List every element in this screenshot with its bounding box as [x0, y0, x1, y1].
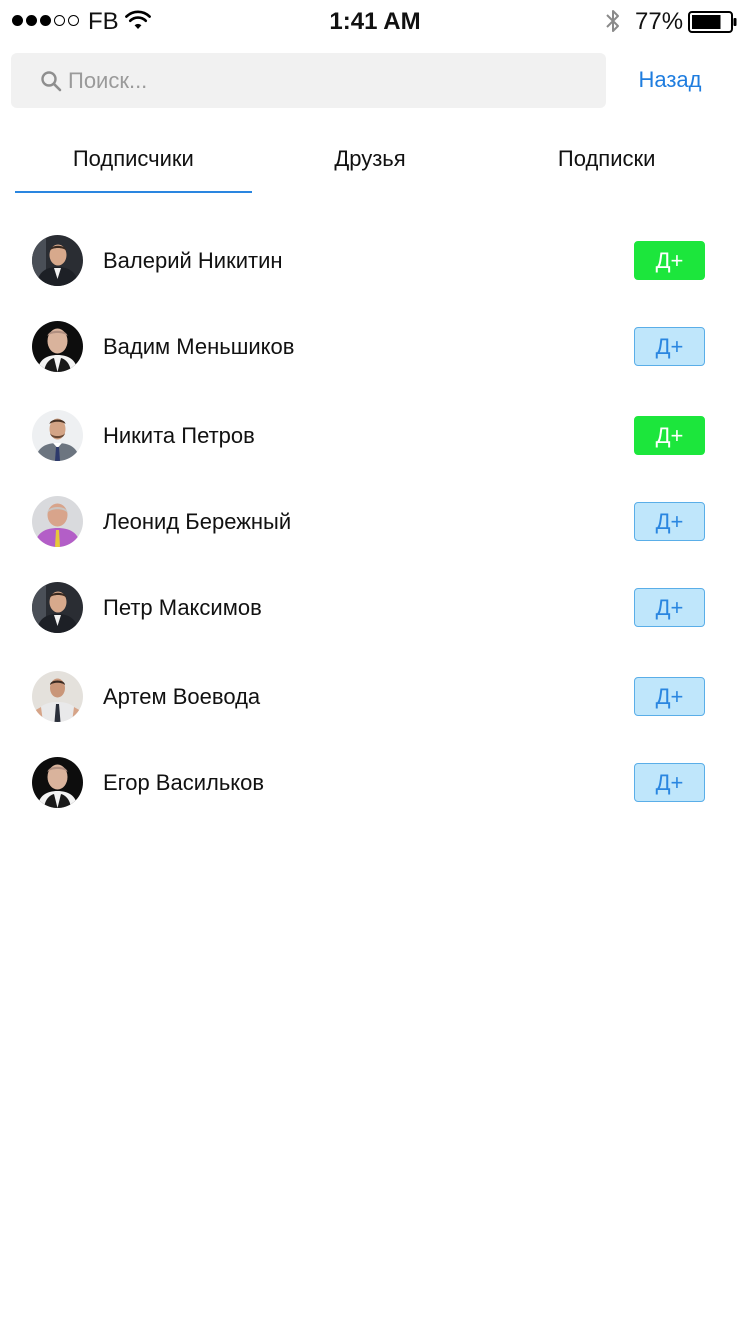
battery-percentage: 77%	[635, 8, 684, 35]
add-friend-button[interactable]: Д+	[634, 327, 705, 366]
person-photo-icon	[32, 321, 83, 372]
user-name[interactable]: Егор Васильков	[103, 748, 264, 818]
avatar[interactable]	[32, 582, 83, 633]
list-item[interactable]: Никита Петров Д+	[0, 401, 750, 471]
search-icon	[41, 71, 62, 92]
user-name[interactable]: Леонид Бережный	[103, 487, 291, 557]
list-item[interactable]: Петр Максимов Д+	[0, 573, 750, 643]
list-item[interactable]: Вадим Меньшиков Д+	[0, 312, 750, 382]
screen: FB 1:41 AM 77% Назад Подписчики Друзья П…	[0, 0, 750, 1334]
user-name[interactable]: Петр Максимов	[103, 573, 262, 643]
search-input[interactable]	[68, 53, 588, 108]
person-photo-icon	[32, 235, 83, 286]
list-item[interactable]: Валерий Никитин Д+	[0, 226, 750, 296]
add-friend-button[interactable]: Д+	[634, 763, 705, 802]
person-photo-icon	[32, 410, 83, 461]
avatar[interactable]	[32, 757, 83, 808]
add-friend-button[interactable]: Д+	[634, 588, 705, 627]
list-item[interactable]: Егор Васильков Д+	[0, 748, 750, 818]
user-name[interactable]: Валерий Никитин	[103, 226, 283, 296]
person-photo-icon	[32, 582, 83, 633]
tab-subscribers[interactable]: Подписчики	[15, 130, 252, 194]
status-bar: FB 1:41 AM 77%	[0, 0, 750, 42]
avatar[interactable]	[32, 235, 83, 286]
user-name[interactable]: Вадим Меньшиков	[103, 312, 294, 382]
tab-friends[interactable]: Друзья	[252, 130, 489, 194]
person-photo-icon	[32, 671, 83, 722]
search-bar[interactable]	[11, 53, 606, 108]
add-friend-button[interactable]: Д+	[634, 241, 705, 280]
tab-bar: Подписчики Друзья Подписки	[15, 130, 725, 194]
avatar[interactable]	[32, 496, 83, 547]
add-friend-button[interactable]: Д+	[634, 502, 705, 541]
tab-subscriptions[interactable]: Подписки	[488, 130, 725, 194]
person-photo-icon	[32, 757, 83, 808]
list-item[interactable]: Леонид Бережный Д+	[0, 487, 750, 557]
user-name[interactable]: Никита Петров	[103, 401, 255, 471]
add-friend-button[interactable]: Д+	[634, 416, 705, 455]
avatar[interactable]	[32, 321, 83, 372]
bluetooth-icon	[606, 10, 619, 32]
avatar[interactable]	[32, 410, 83, 461]
person-photo-icon	[32, 496, 83, 547]
user-name[interactable]: Артем Воевода	[103, 662, 260, 732]
battery-icon	[688, 11, 737, 33]
avatar[interactable]	[32, 671, 83, 722]
back-button[interactable]: Назад	[612, 64, 728, 96]
list-item[interactable]: Артем Воевода Д+	[0, 662, 750, 732]
add-friend-button[interactable]: Д+	[634, 677, 705, 716]
